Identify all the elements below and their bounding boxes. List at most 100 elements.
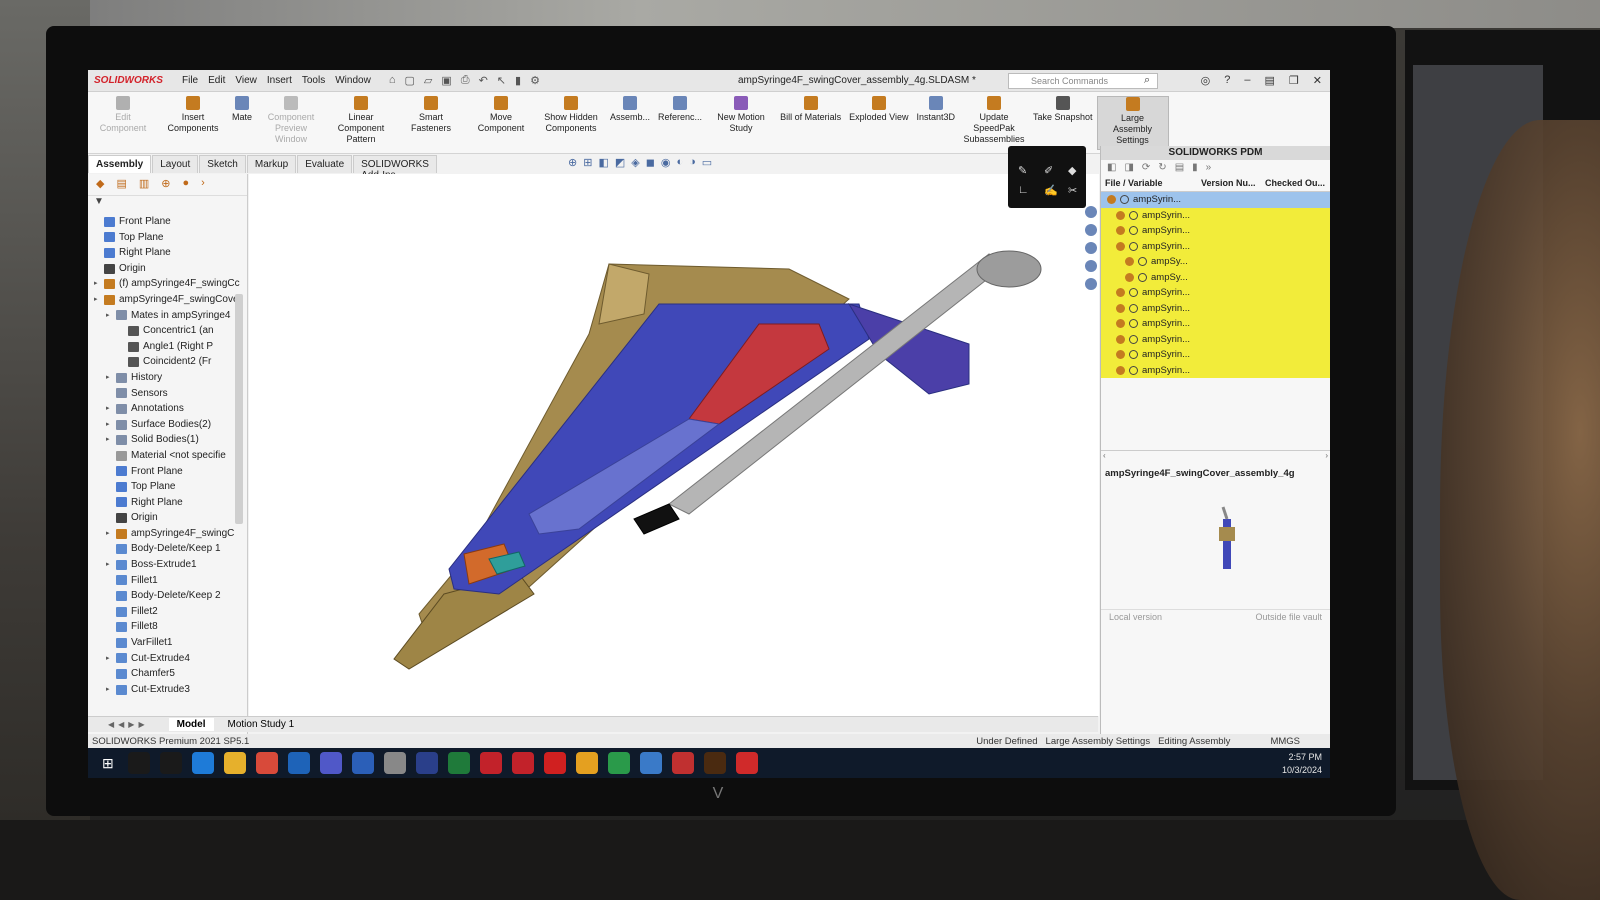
previous-view-icon[interactable]: ◧ — [598, 156, 608, 169]
column-version[interactable]: Version Nu... — [1197, 178, 1261, 191]
tree-item[interactable]: Coincident2 (Fr — [88, 354, 247, 370]
help-icon[interactable]: ? — [1224, 74, 1230, 87]
taskbar-clock[interactable]: 2:57 PM 10/3/2024 — [1282, 751, 1322, 776]
photoshop-icon[interactable] — [415, 752, 438, 774]
units-selector[interactable]: MMGS — [1270, 736, 1300, 747]
pen-icon[interactable]: ✎ — [1018, 164, 1027, 177]
minimize-icon[interactable]: – — [1244, 74, 1250, 87]
more-icon[interactable]: » — [1206, 162, 1212, 176]
pdm-file-row[interactable]: ampSy... — [1101, 269, 1330, 285]
restore-icon[interactable]: ❐ — [1289, 74, 1299, 87]
tree-item[interactable]: ▸ (f) ampSyringe4F_swingCc — [88, 276, 247, 292]
menu-view[interactable]: View — [235, 75, 257, 86]
appearance-icon[interactable]: ◐ — [676, 156, 683, 169]
word-icon[interactable] — [351, 752, 374, 774]
tree-item[interactable]: ▸ Boss-Extrude1 — [88, 557, 247, 573]
tree-item[interactable]: Fillet1 — [88, 573, 247, 589]
home-tab-icon[interactable] — [1085, 224, 1097, 236]
expand-arrow-icon[interactable]: ▸ — [106, 308, 116, 324]
tree-item[interactable]: Body-Delete/Keep 2 — [88, 588, 247, 604]
pdm-file-row[interactable]: ampSyrin... — [1101, 331, 1330, 347]
tree-item[interactable]: Material <not specifie — [88, 448, 247, 464]
open-icon[interactable]: ▱ — [424, 74, 432, 87]
tree-item[interactable]: Origin — [88, 261, 247, 277]
select-icon[interactable]: ↖ — [497, 74, 506, 87]
chrome-icon[interactable] — [575, 752, 598, 774]
workflow-icon[interactable]: ▮ — [1192, 162, 1198, 176]
tree-item[interactable]: Origin — [88, 510, 247, 526]
expand-arrow-icon[interactable]: ▸ — [106, 651, 116, 667]
pdm-file-row[interactable]: ampSyrin... — [1101, 192, 1330, 208]
search-icon[interactable]: ⌕ — [1144, 74, 1150, 87]
tree-item[interactable]: ▸ Cut-Extrude3 — [88, 682, 247, 698]
menu-insert[interactable]: Insert — [267, 75, 292, 86]
expand-arrow-icon[interactable]: ▸ — [94, 276, 104, 292]
zoom-area-icon[interactable]: ⊞ — [583, 156, 592, 169]
ribbon-take-snapshot-button[interactable]: Take Snapshot — [1029, 96, 1097, 123]
configuration-tab-icon[interactable]: ▥ — [139, 177, 149, 192]
chrome-alt-icon[interactable] — [607, 752, 630, 774]
save-icon[interactable]: ▣ — [441, 74, 451, 87]
user-icon[interactable]: ◎ — [1201, 74, 1211, 87]
ribbon-referenc-button[interactable]: Referenc... — [654, 96, 706, 123]
tree-item[interactable]: Fillet2 — [88, 604, 247, 620]
ribbon-linear-component-pattern-button[interactable]: Linear Component Pattern — [326, 96, 396, 144]
windows-start-icon[interactable]: ⊞ — [102, 755, 114, 772]
ribbon-mate-button[interactable]: Mate — [228, 96, 256, 123]
tree-item[interactable]: ▸ Cut-Extrude4 — [88, 651, 247, 667]
tile-icon[interactable]: ▤ — [1265, 74, 1275, 87]
acrobat-icon[interactable] — [543, 752, 566, 774]
line-icon[interactable]: ∟ — [1018, 184, 1029, 196]
property-manager-tab-icon[interactable]: ▤ — [116, 177, 126, 192]
resources-icon[interactable] — [1085, 206, 1097, 218]
get-version-icon[interactable]: ⟳ — [1142, 162, 1150, 176]
tab-motion-study[interactable]: Motion Study 1 — [220, 718, 303, 731]
task-view-icon[interactable] — [159, 752, 182, 774]
ribbon-instant3d-button[interactable]: Instant3D — [912, 96, 959, 123]
tree-item[interactable]: Fillet8 — [88, 619, 247, 635]
menu-tools[interactable]: Tools — [302, 75, 325, 86]
tree-item[interactable]: Right Plane — [88, 245, 247, 261]
tab-layout[interactable]: Layout — [152, 155, 199, 173]
expand-arrow-icon[interactable]: ▸ — [106, 417, 116, 433]
tree-item[interactable]: ▸ Solid Bodies(1) — [88, 432, 247, 448]
tree-item[interactable]: Front Plane — [88, 464, 247, 480]
dimxpert-tab-icon[interactable]: ⊕ — [161, 177, 170, 192]
ribbon-large-assembly-settings-button[interactable]: Large Assembly Settings — [1096, 96, 1169, 150]
ribbon-show-hidden-components-button[interactable]: Show Hidden Components — [536, 96, 606, 134]
feature-tree-tab-icon[interactable]: ◆ — [96, 177, 104, 192]
zoom-to-fit-icon[interactable]: ⊕ — [568, 156, 577, 169]
ribbon-exploded-view-button[interactable]: Exploded View — [845, 96, 912, 123]
tree-item[interactable]: Top Plane — [88, 479, 247, 495]
tree-item[interactable]: VarFillet1 — [88, 635, 247, 651]
close-icon[interactable]: ✕ — [1313, 74, 1322, 87]
file-explorer-icon[interactable] — [223, 752, 246, 774]
expand-arrow-icon[interactable]: ▸ — [106, 432, 116, 448]
ribbon-assemb-button[interactable]: Assemb... — [606, 96, 654, 123]
ribbon-bill-of-materials-button[interactable]: Bill of Materials — [776, 96, 845, 123]
tree-item[interactable]: Chamfer5 — [88, 666, 247, 682]
solidworks-visualize-icon[interactable] — [511, 752, 534, 774]
pdm-icon[interactable] — [639, 752, 662, 774]
ribbon-edit-component-button[interactable]: Edit Component — [88, 96, 158, 134]
tree-item[interactable]: Front Plane — [88, 214, 247, 230]
home-icon[interactable]: ⌂ — [389, 74, 396, 87]
search-icon[interactable] — [127, 752, 150, 774]
expand-arrow-icon[interactable]: ▸ — [106, 370, 116, 386]
tab-navigation-arrows[interactable]: ◀◀▶▶ — [108, 720, 149, 729]
view-orientation-icon[interactable]: ◈ — [631, 156, 639, 169]
display-manager-tab-icon[interactable]: ● — [183, 177, 190, 192]
pdm-tab-icon[interactable] — [1085, 278, 1097, 290]
display-style-icon[interactable]: ◼ — [646, 156, 655, 169]
hide-show-icon[interactable]: ◉ — [661, 156, 671, 169]
eraser-icon[interactable]: ◆ — [1068, 164, 1076, 177]
rebuild-icon[interactable]: ▮ — [515, 74, 521, 87]
more-tabs-icon[interactable]: › — [201, 177, 205, 192]
print-icon[interactable]: ⎙ — [461, 74, 470, 87]
ribbon-move-component-button[interactable]: Move Component — [466, 96, 536, 134]
feature-tree-scrollbar[interactable] — [235, 294, 243, 524]
tree-item[interactable]: Sensors — [88, 386, 247, 402]
columns-icon[interactable]: ▤ — [1175, 162, 1184, 176]
pdm-file-row[interactable]: ampSyrin... — [1101, 362, 1330, 378]
section-view-icon[interactable]: ◩ — [615, 156, 625, 169]
